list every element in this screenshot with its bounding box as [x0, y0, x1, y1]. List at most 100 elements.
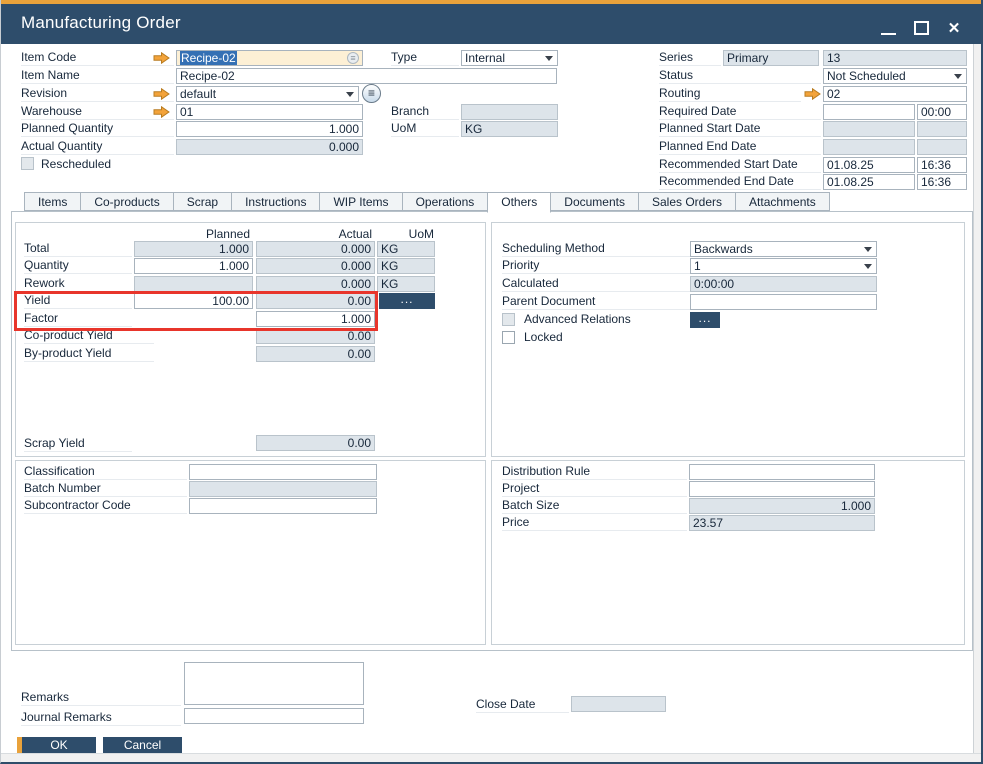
dropdown-caret-icon	[954, 74, 962, 79]
classification-field[interactable]	[189, 464, 377, 480]
tab-others[interactable]: Others	[487, 192, 551, 213]
distribution-rule-field[interactable]	[689, 464, 875, 480]
tab-items[interactable]: Items	[24, 192, 81, 211]
choose-from-list-icon[interactable]: ≡	[347, 52, 359, 64]
factor-field[interactable]	[256, 311, 375, 327]
status-dropdown[interactable]: Not Scheduled	[823, 68, 967, 84]
rework-row-label: Rework	[24, 276, 132, 292]
journal-remarks-field[interactable]	[184, 708, 364, 724]
planned-quantity-label: Planned Quantity	[21, 121, 174, 137]
routing-label: Routing	[659, 86, 801, 102]
co-product-yield-field	[256, 328, 375, 344]
minimize-button[interactable]	[877, 18, 901, 38]
status-value: Not Scheduled	[827, 69, 906, 83]
required-time-field[interactable]	[917, 104, 967, 120]
close-icon: ✕	[942, 19, 966, 37]
quantity-actual-field	[256, 258, 375, 274]
window-title: Manufacturing Order	[21, 13, 181, 33]
warehouse-label: Warehouse	[21, 104, 174, 120]
price-field	[689, 515, 875, 531]
yield-actual-field	[256, 293, 375, 309]
close-button[interactable]: ✕	[942, 18, 966, 38]
item-code-label: Item Code	[21, 50, 174, 66]
revision-dropdown[interactable]: default	[176, 86, 359, 102]
dropdown-caret-icon	[545, 56, 553, 61]
revision-list-button[interactable]: ≡	[362, 84, 381, 103]
type-dropdown[interactable]: Internal	[461, 50, 558, 66]
planned-quantity-field[interactable]	[176, 121, 363, 137]
recommended-end-date-label: Recommended End Date	[659, 174, 821, 190]
actual-quantity-field	[176, 139, 363, 155]
minimize-icon	[881, 33, 896, 35]
by-product-yield-field	[256, 346, 375, 362]
quantity-row-label: Quantity	[24, 258, 132, 274]
recommended-end-date-field[interactable]	[823, 174, 915, 190]
warehouse-field[interactable]	[176, 104, 363, 120]
locked-checkbox[interactable]	[502, 331, 515, 344]
planned-start-time-field	[917, 121, 967, 137]
quantity-planned-field[interactable]	[134, 258, 253, 274]
project-field[interactable]	[689, 481, 875, 497]
scrap-yield-field	[256, 435, 375, 451]
remarks-label: Remarks	[21, 690, 181, 706]
link-arrow-icon[interactable]	[153, 88, 170, 100]
actual-quantity-label: Actual Quantity	[21, 139, 174, 155]
advanced-relations-button[interactable]: ...	[690, 312, 720, 328]
maximize-button[interactable]	[910, 18, 934, 38]
total-row-label: Total	[24, 241, 132, 257]
link-arrow-icon[interactable]	[153, 52, 170, 64]
tab-wip-items[interactable]: WIP Items	[319, 192, 402, 211]
classification-groupbox: Classification Batch Number Subcontracto…	[15, 460, 486, 645]
yield-planned-field[interactable]	[134, 293, 253, 309]
tab-strip: Items Co-products Scrap Instructions WIP…	[24, 192, 829, 212]
tab-scrap[interactable]: Scrap	[173, 192, 232, 211]
parent-document-label: Parent Document	[502, 294, 690, 310]
yield-groupbox: Planned Actual UoM Total Quantity Rework…	[15, 222, 486, 457]
routing-field[interactable]	[823, 86, 967, 102]
calculated-label: Calculated	[502, 276, 690, 292]
remarks-textarea[interactable]	[184, 662, 364, 705]
tab-operations[interactable]: Operations	[402, 192, 489, 211]
recommended-start-date-field[interactable]	[823, 157, 915, 173]
dropdown-caret-icon	[346, 92, 354, 97]
revision-label: Revision	[21, 86, 174, 102]
tab-attachments[interactable]: Attachments	[735, 192, 830, 211]
subcontractor-code-field[interactable]	[189, 498, 377, 514]
item-name-field[interactable]	[176, 68, 557, 84]
link-arrow-icon[interactable]	[804, 88, 821, 100]
batch-size-label: Batch Size	[502, 498, 687, 514]
recommended-start-time-field[interactable]	[917, 157, 967, 173]
journal-remarks-label: Journal Remarks	[21, 710, 181, 726]
item-code-field[interactable]: Recipe-02 ≡	[176, 50, 363, 66]
distribution-groupbox: Distribution Rule Project Batch Size Pri…	[491, 460, 965, 645]
type-value: Internal	[465, 51, 505, 65]
advanced-relations-label: Advanced Relations	[524, 312, 631, 328]
tab-co-products[interactable]: Co-products	[80, 192, 173, 211]
total-uom-field	[377, 241, 435, 257]
total-planned-field	[134, 241, 253, 257]
scheduling-method-dropdown[interactable]: Backwards	[690, 241, 877, 257]
yield-more-button[interactable]: ...	[379, 293, 435, 309]
type-label: Type	[391, 50, 459, 66]
priority-value: 1	[694, 259, 701, 273]
priority-label: Priority	[502, 258, 690, 274]
planned-start-date-field	[823, 121, 915, 137]
recommended-end-time-field[interactable]	[917, 174, 967, 190]
rework-planned-field	[134, 276, 253, 292]
bottom-strip	[1, 753, 981, 762]
priority-dropdown[interactable]: 1	[690, 258, 877, 274]
uom-label: UoM	[391, 121, 459, 137]
scheduling-method-label: Scheduling Method	[502, 241, 690, 257]
tab-documents[interactable]: Documents	[550, 192, 639, 211]
scheduling-groupbox: Scheduling Method Backwards Priority 1 C…	[491, 222, 965, 457]
required-date-field[interactable]	[823, 104, 915, 120]
link-arrow-icon[interactable]	[153, 106, 170, 118]
maximize-icon	[914, 21, 929, 35]
rework-actual-field	[256, 276, 375, 292]
tab-sales-orders[interactable]: Sales Orders	[638, 192, 736, 211]
parent-document-field[interactable]	[690, 294, 877, 310]
tab-instructions[interactable]: Instructions	[231, 192, 320, 211]
revision-value: default	[180, 87, 216, 101]
series-name-field	[723, 50, 819, 66]
required-date-label: Required Date	[659, 104, 821, 120]
